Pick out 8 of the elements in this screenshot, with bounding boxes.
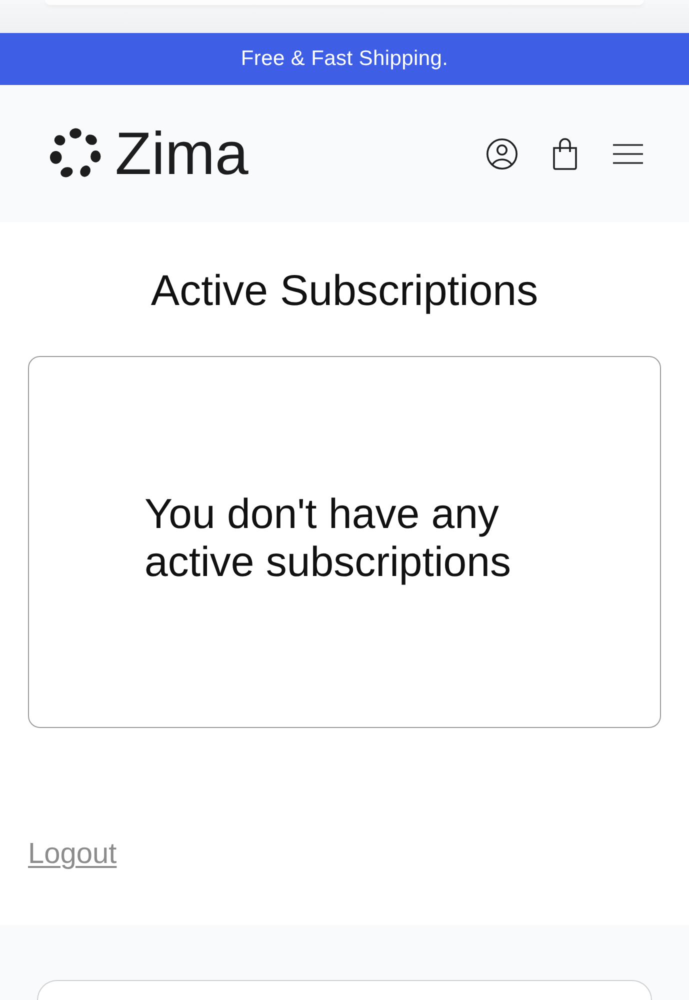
empty-message: You don't have any active subscriptions: [144, 490, 512, 586]
user-icon: [486, 138, 518, 170]
page-title: Active Subscriptions: [150, 266, 540, 316]
logo-link[interactable]: Zima: [48, 124, 248, 184]
menu-icon: [612, 142, 644, 164]
logo-wordmark: Zima: [115, 124, 248, 184]
announcement-text: Free & Fast Shipping.: [240, 47, 448, 71]
shopping-bag-icon: [552, 138, 578, 170]
